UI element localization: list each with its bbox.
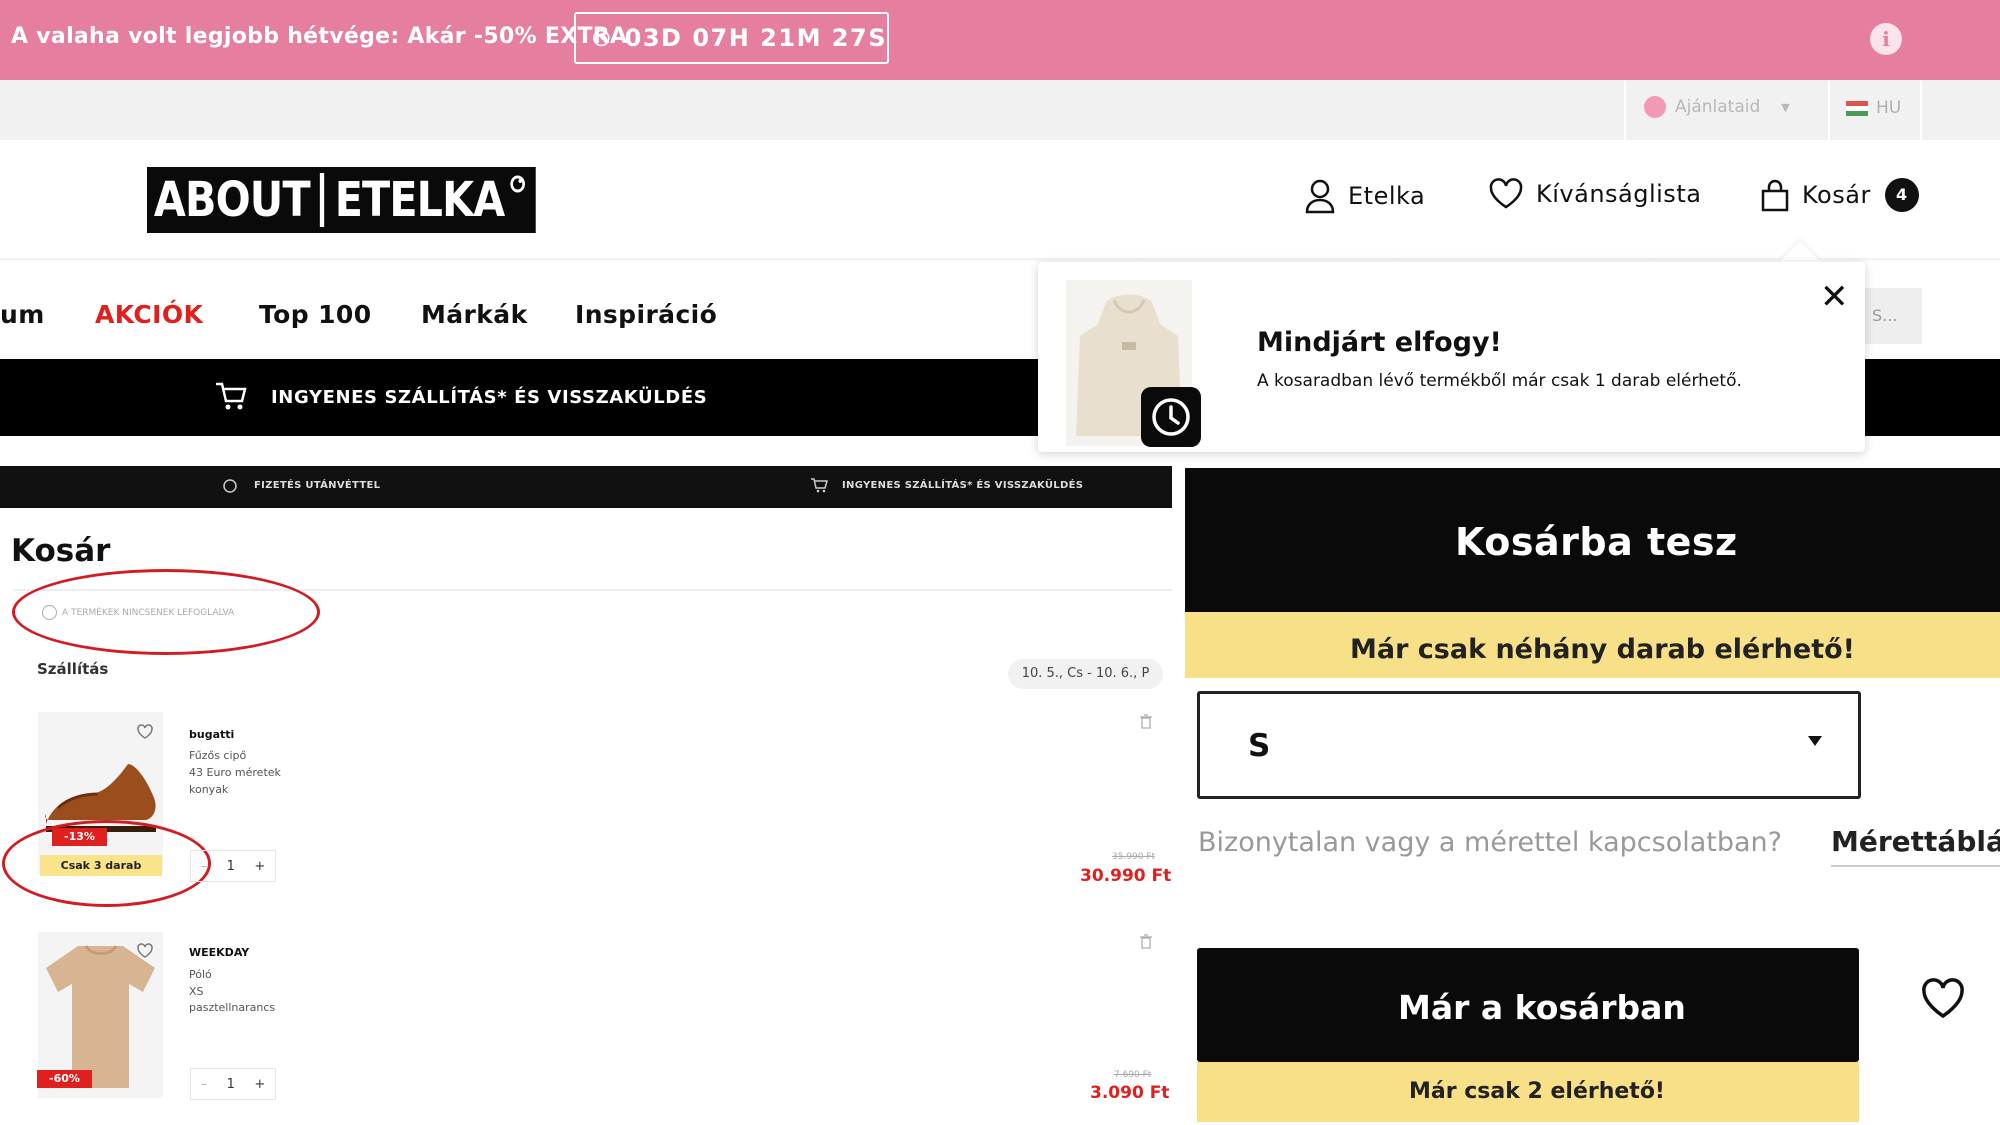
account-label: Etelka (1348, 182, 1426, 210)
promo-text: A valaha volt legjobb hétvége: Akár -50%… (11, 24, 628, 49)
cart-count-badge: 4 (1884, 178, 1919, 212)
increase-button[interactable]: + (254, 859, 265, 874)
hungary-flag-icon (1846, 100, 1868, 116)
free-shipping-label: INGYENES SZÁLLÍTÁS* ÉS VISSZAKÜLDÉS (842, 480, 1084, 491)
popup-title: Mindjárt elfogy! (1257, 327, 1502, 358)
chevron-down-icon: ▼ (1781, 100, 1790, 114)
item-size: XS (189, 985, 204, 998)
logo-separator (320, 173, 325, 227)
bag-icon (1761, 179, 1789, 212)
size-question: Bizonytalan vagy a mérettel kapcsolatban… (1198, 827, 1782, 858)
low-stock-text: Már csak néhány darab elérhető! (1350, 634, 1855, 665)
trash-icon[interactable] (1140, 714, 1152, 729)
cart-link[interactable]: Kosár 4 (1760, 178, 1919, 212)
item-brand[interactable]: bugatti (189, 728, 234, 741)
site-logo[interactable]: ABOUT ETELKA (147, 167, 536, 233)
increase-button[interactable]: + (254, 1077, 265, 1092)
add-to-cart-label: Kosárba tesz (1455, 520, 1738, 564)
clock-icon (593, 29, 610, 47)
nav-item-top100[interactable]: Top 100 (259, 300, 372, 329)
logo-text-right: ETELKA (334, 172, 505, 228)
delivery-window: 10. 5., Cs - 10. 6., P (1008, 659, 1163, 689)
size-select[interactable] (1197, 691, 1861, 799)
heart-icon[interactable] (136, 723, 154, 741)
offers-dropdown[interactable]: Ajánlataid ▼ (1644, 96, 1790, 118)
heart-icon (1489, 178, 1523, 209)
account-link[interactable]: Etelka (1304, 178, 1425, 214)
quantity-stepper[interactable]: – 1 + (190, 1068, 276, 1100)
popup-message: A kosaradban lévő termékből már csak 1 d… (1257, 371, 1742, 391)
original-price: 7.690 Ft (1114, 1070, 1152, 1080)
item-size: 43 Euro méretek (189, 766, 281, 779)
quantity-stepper[interactable]: – 1 + (190, 850, 276, 882)
quantity-value: 1 (226, 1076, 235, 1092)
discount-badge: -60% (37, 1070, 92, 1088)
info-icon[interactable]: i (1870, 23, 1902, 55)
logo-mark-icon (509, 175, 525, 193)
item-brand[interactable]: WEEKDAY (189, 946, 249, 959)
close-icon[interactable]: ✕ (1820, 280, 1849, 314)
language-selector[interactable]: HU (1846, 98, 1901, 118)
cash-on-delivery-label: FIZETÉS UTÁNVÉTTEL (254, 480, 381, 491)
trash-icon[interactable] (1140, 934, 1152, 949)
wishlist-link[interactable]: Kívánságlista (1488, 178, 1701, 210)
sale-price: 30.990 Ft (1080, 866, 1172, 886)
decrease-button[interactable]: – (201, 859, 208, 874)
chevron-down-icon (1808, 736, 1822, 746)
nav-item-inspiration[interactable]: Inspiráció (575, 300, 717, 329)
link-underline (1831, 865, 2000, 867)
shipping-banner-text: INGYENES SZÁLLÍTÁS* ÉS VISSZAKÜLDÉS (271, 387, 708, 408)
user-icon (1305, 179, 1335, 214)
cart-icon (811, 478, 828, 493)
clock-badge (1141, 387, 1201, 447)
divider (1828, 80, 1830, 140)
divider (1624, 80, 1626, 140)
original-price: 35.990 Ft (1112, 852, 1156, 862)
nav-item-sale[interactable]: AKCIÓK (95, 300, 203, 329)
in-cart-label: Már a kosárban (1398, 988, 1686, 1027)
countdown-value: 03D 07H 21M 27S (624, 24, 887, 52)
logo-text-left: ABOUT (153, 172, 311, 228)
payment-icon (223, 479, 237, 493)
item-type: Fűzős cipő (189, 749, 247, 762)
annotation-circle (2, 820, 211, 907)
size-value: S (1248, 728, 1271, 764)
language-label: HU (1876, 98, 1902, 118)
nav-item-partial[interactable]: um (0, 300, 45, 329)
heart-icon[interactable] (1920, 978, 1966, 1020)
sale-price: 3.090 Ft (1090, 1083, 1170, 1103)
shipping-label: Szállítás (37, 660, 109, 678)
offers-label: Ajánlataid (1675, 97, 1761, 117)
clock-icon (1152, 398, 1190, 436)
nav-item-brands[interactable]: Márkák (421, 300, 528, 329)
quantity-value: 1 (226, 858, 235, 874)
decrease-button[interactable]: – (201, 1077, 208, 1092)
offers-icon (1644, 96, 1666, 118)
annotation-circle (12, 569, 320, 655)
divider (1920, 80, 1922, 140)
item-type: Póló (189, 968, 212, 981)
remaining-stock-text: Már csak 2 elérhető! (1409, 1079, 1665, 1104)
item-color: konyak (189, 783, 229, 796)
heart-icon[interactable] (136, 942, 154, 960)
wishlist-label: Kívánságlista (1536, 180, 1702, 208)
cart-icon (216, 382, 247, 410)
page-title: Kosár (11, 533, 111, 569)
item-color: pasztellnarancs (189, 1001, 276, 1014)
size-chart-link[interactable]: Mérettábláz (1831, 825, 2000, 858)
cart-label: Kosár (1802, 181, 1871, 209)
countdown-timer: 03D 07H 21M 27S (574, 12, 889, 64)
